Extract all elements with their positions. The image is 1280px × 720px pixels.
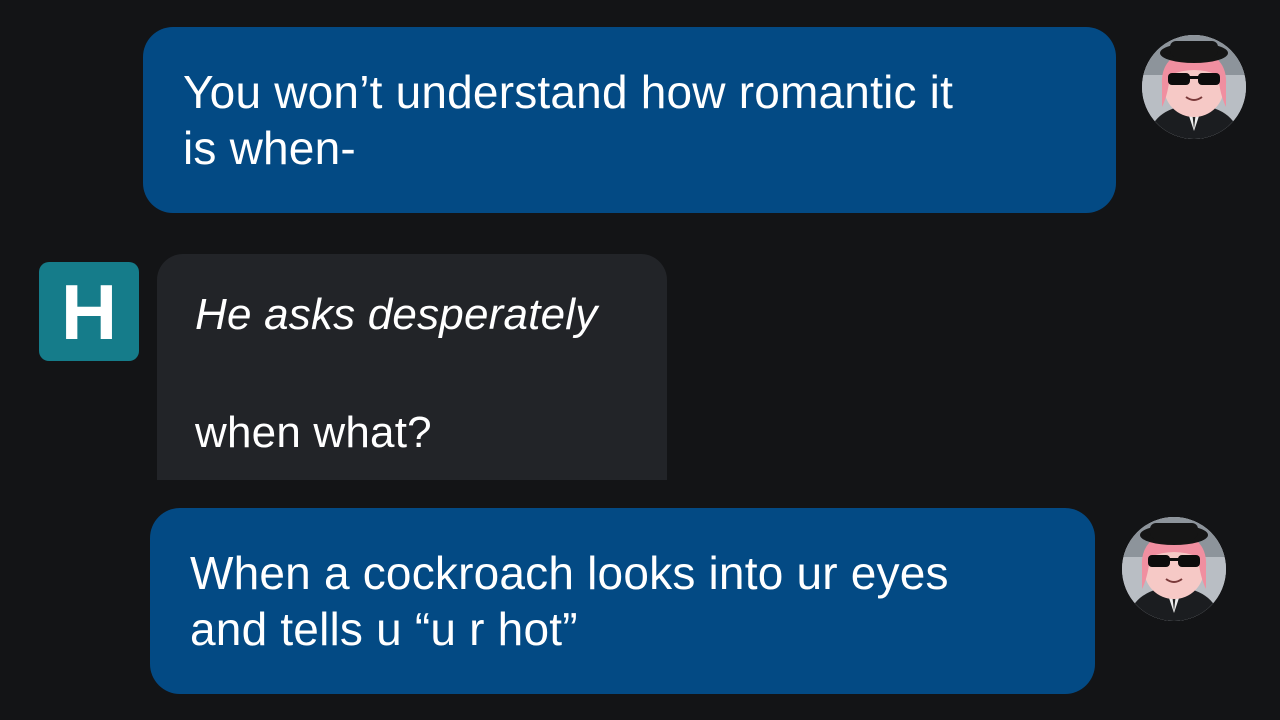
narration-text: He asks desperately — [195, 290, 598, 339]
message-text-line: is when- — [183, 122, 356, 174]
chat-screen: You won’t understand how romantic it is … — [0, 0, 1280, 720]
character-initial: H — [60, 267, 118, 356]
message-text-line: You won’t understand how romantic it — [183, 66, 954, 118]
user-avatar-icon[interactable] — [1142, 35, 1246, 139]
message-text-line: and tells u “u r hot” — [190, 603, 578, 655]
character-message-bubble[interactable]: He asks desperately when what? — [157, 254, 667, 480]
message-text-line: When a cockroach looks into ur eyes — [190, 547, 949, 599]
reply-text: when what? — [195, 408, 432, 457]
user-avatar-icon[interactable] — [1122, 517, 1226, 621]
user-message-bubble[interactable]: You won’t understand how romantic it is … — [143, 27, 1116, 213]
character-avatar-icon[interactable]: H — [39, 262, 139, 361]
user-message-bubble[interactable]: When a cockroach looks into ur eyes and … — [150, 508, 1095, 694]
